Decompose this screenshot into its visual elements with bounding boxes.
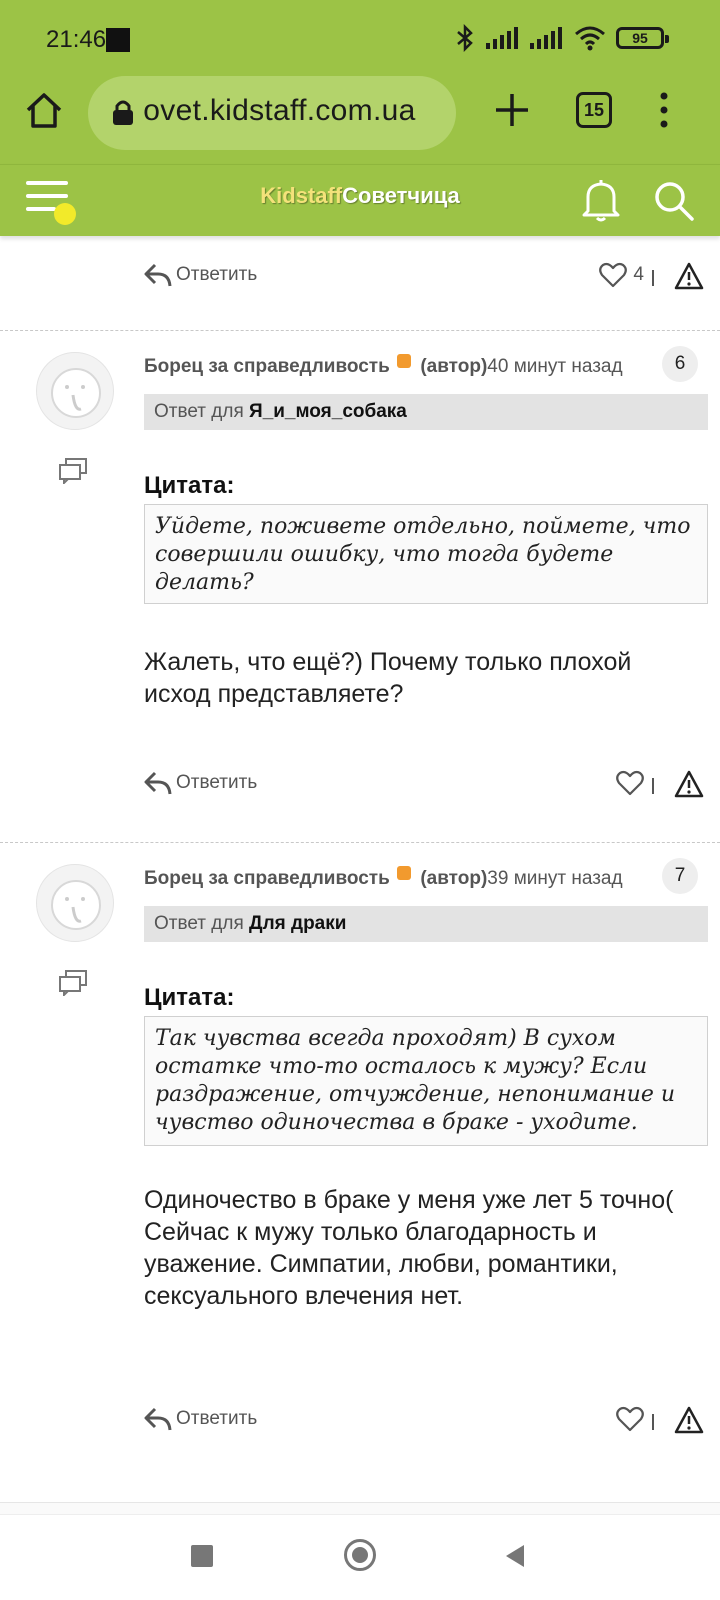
post-time: 39 минут назад <box>487 868 623 889</box>
report-icon[interactable] <box>674 770 704 798</box>
author-status-dot <box>397 354 412 368</box>
quote-box: Так чувства всегда проходят) В сухом ост… <box>144 1016 708 1146</box>
report-icon[interactable] <box>674 262 704 290</box>
post-body: Одиночество в браке у меня уже лет 5 точ… <box>144 1186 674 1310</box>
reply-button[interactable]: Ответить <box>144 262 257 288</box>
author-line: Борец за справедливость (автор)39 минут … <box>144 866 623 890</box>
brand-part-2: Советчица <box>342 183 460 208</box>
post-actions: Ответить <box>0 1402 720 1442</box>
post-time: 40 минут назад <box>487 356 623 377</box>
more-menu-icon[interactable] <box>654 90 674 130</box>
report-icon[interactable] <box>674 1406 704 1434</box>
like-count: 4 <box>633 264 644 285</box>
reply-to-prefix: Ответ для <box>154 401 244 422</box>
separator <box>652 1414 654 1430</box>
like-button[interactable] <box>616 770 644 796</box>
notification-icon <box>106 28 130 52</box>
lock-icon <box>113 100 133 125</box>
quote-box: Уйдете, поживете отдельно, поймете, что … <box>144 504 708 604</box>
author-status-dot <box>397 866 412 880</box>
author-tag: (автор) <box>420 868 488 889</box>
post-body: Жалеть, что ещё?) Почему только плохой и… <box>144 648 632 708</box>
author-line: Борец за справедливость (автор)40 минут … <box>144 354 623 378</box>
quote-label: Цитата: <box>144 472 235 499</box>
reply-icon <box>144 1407 172 1431</box>
post-divider <box>0 330 720 331</box>
signal-icon-2 <box>530 27 562 49</box>
reply-to-user[interactable]: Я_и_моя_собака <box>249 401 407 422</box>
comments-icon[interactable] <box>58 970 88 996</box>
reply-label: Ответить <box>176 264 258 285</box>
avatar-elephant-icon <box>51 368 101 418</box>
quote-label: Цитата: <box>144 984 235 1011</box>
separator <box>652 778 654 794</box>
brand-part-1: Kidstaff <box>260 183 343 208</box>
status-bar: 21:46 95 <box>0 0 720 70</box>
reply-label: Ответить <box>176 772 258 793</box>
reply-button[interactable]: Ответить <box>144 1406 257 1432</box>
reply-to-prefix: Ответ для <box>154 913 244 934</box>
status-time: 21:46 <box>46 26 107 53</box>
heart-icon <box>616 770 644 796</box>
ad-banner-strip[interactable] <box>0 1502 720 1514</box>
bell-icon[interactable] <box>580 177 622 223</box>
post-actions: Ответить <box>0 766 720 806</box>
reply-icon <box>144 771 172 795</box>
separator <box>652 270 654 286</box>
post-actions: Ответить 4 <box>0 258 720 298</box>
reply-to-bar: Ответ для Я_и_моя_собака <box>144 394 708 430</box>
author-tag: (автор) <box>420 356 488 377</box>
author-name[interactable]: Борец за справедливость <box>144 868 390 889</box>
bluetooth-icon <box>457 24 473 52</box>
like-button[interactable]: 4 <box>599 262 644 288</box>
wifi-icon <box>575 26 605 51</box>
post-number-badge[interactable]: 6 <box>662 346 698 382</box>
url-text: sovet.kidstaff.com.ua <box>144 94 416 127</box>
home-icon[interactable] <box>22 88 66 132</box>
heart-icon <box>599 262 628 288</box>
reply-label: Ответить <box>176 1408 258 1429</box>
battery-icon: 95 <box>616 27 669 49</box>
comment-post: Борец за справедливость (автор)40 минут … <box>0 332 720 842</box>
home-nav-icon[interactable] <box>344 1539 376 1571</box>
browser-toolbar: sovet.kidstaff.com.ua 15 <box>0 70 720 164</box>
avatar[interactable] <box>36 864 114 942</box>
site-header: KidstaffСоветчица <box>0 164 720 236</box>
recents-icon[interactable] <box>191 1545 213 1567</box>
status-icons: 95 <box>454 24 669 52</box>
back-icon[interactable] <box>504 1543 526 1569</box>
reply-to-bar: Ответ для Для драки <box>144 906 708 942</box>
signal-icon <box>486 27 518 49</box>
post-number-badge[interactable]: 7 <box>662 858 698 894</box>
heart-icon <box>616 1406 644 1432</box>
reply-icon <box>144 263 172 287</box>
comments-icon[interactable] <box>58 458 88 484</box>
reply-to-user[interactable]: Для драки <box>249 913 346 934</box>
post-divider <box>0 842 720 843</box>
new-tab-icon[interactable] <box>490 88 534 132</box>
url-bar[interactable]: sovet.kidstaff.com.ua <box>88 76 456 150</box>
tab-switcher-button[interactable]: 15 <box>576 92 612 128</box>
reply-button[interactable]: Ответить <box>144 770 257 796</box>
search-icon[interactable] <box>652 179 696 223</box>
author-name[interactable]: Борец за справедливость <box>144 356 390 377</box>
comment-post: Борец за справедливость (автор)39 минут … <box>0 844 720 1494</box>
system-nav-bar <box>0 1514 720 1600</box>
avatar[interactable] <box>36 352 114 430</box>
avatar-elephant-icon <box>51 880 101 930</box>
like-button[interactable] <box>616 1406 644 1432</box>
